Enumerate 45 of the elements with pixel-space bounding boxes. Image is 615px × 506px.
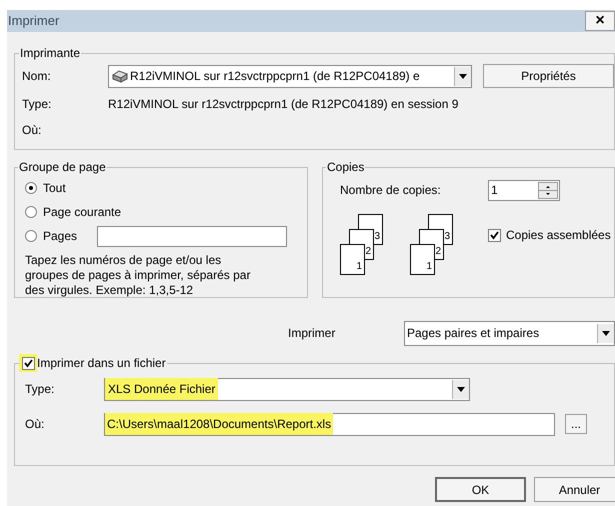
type-label: Type: [22,96,52,113]
checkbox[interactable] [19,354,37,372]
type-label: Type: [25,381,56,398]
radio-button[interactable] [25,206,37,218]
location-label: Où: [22,122,42,139]
pages-input[interactable] [97,226,288,246]
page-sheet: 1 [410,244,435,275]
print-dropdown[interactable]: Pages paires et impaires [404,320,615,346]
dialog-button[interactable]: Annuler [534,477,615,502]
checkmark-icon [490,230,499,240]
checkbox[interactable] [488,228,501,242]
copies-spinner[interactable]: 1 [488,180,560,200]
print-label: Imprimer [288,325,336,342]
dropdown-value: R12iVMINOL sur r12svctrppcprn1 (de R12PC04189) e [130,68,421,85]
group-title: Copies [326,159,366,176]
file-type-dropdown[interactable]: XLS Donnée Fichier [104,378,470,400]
field-value: C:\Users\maal1208\Documents\Report.xls [105,413,334,435]
radio-label: Tout [43,180,66,197]
location-label: Où: [25,416,46,433]
name-label: Nom: [22,68,52,85]
printer-dropdown[interactable]: R12iVMINOL sur r12svctrppcprn1 (de R12PC04189) e [108,64,472,88]
group-title: Groupe de page [18,159,107,176]
file-path-field[interactable]: C:\Users\maal1208\Documents\Report.xls [104,412,555,436]
page-sheet: 1 [340,244,365,275]
spinner-arrows-icon[interactable] [538,182,558,198]
radio-label: Page courante [43,204,122,221]
help-text: Tapez les numéros de page et/ou les groupes de pages à imprimer, séparés par des virgules. Exemple: 1,3,5-12 [25,253,252,298]
dropdown-value: XLS Donnée Fichier [105,378,218,400]
properties-button[interactable]: Propriétés [483,64,614,88]
spinner-value: 1 [491,182,499,199]
radio-label: Pages [43,228,78,245]
collate-label: Copies assemblées [506,227,611,244]
checkbox-label: Imprimer dans un fichier [37,355,167,372]
browse-button[interactable]: ... [565,414,587,434]
radio-button[interactable] [25,230,37,242]
type-value: R12iVMINOL sur r12svctrppcprn1 (de R12PC04189) en session 9 [108,96,458,113]
radio-button[interactable] [25,182,37,194]
window-title: Imprimer [7,12,60,30]
dropdown-value: Pages paires et impaires [407,325,540,342]
copies-label: Nombre de copies: [340,182,442,199]
group-title: Imprimante [19,45,82,62]
printer-icon [112,69,128,83]
close-button[interactable]: × [585,11,615,31]
dialog-button[interactable]: OK [435,477,526,502]
checkmark-icon [24,358,32,368]
